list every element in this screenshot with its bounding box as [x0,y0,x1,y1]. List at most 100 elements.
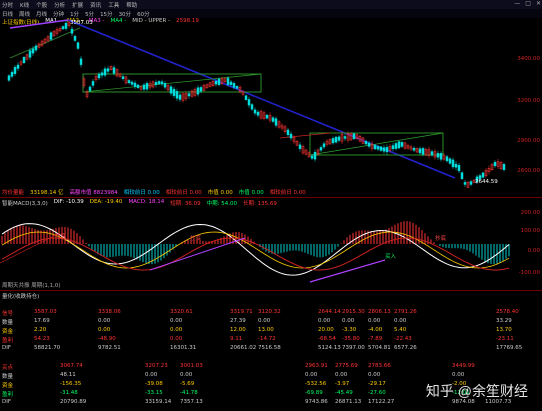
candle-body [460,172,464,180]
candle-body [250,104,254,110]
stats-row: 资金 2.20 0.00 0.00 12.00 13.00 20.00 -3.30 -4.00 5… [0,327,542,336]
stats-cell: 0.00 [170,327,183,333]
candle-body [394,143,398,149]
candle-body [439,153,443,160]
tab-period[interactable]: 日线 [2,10,13,18]
candle-body [160,81,164,85]
candle-body [34,45,38,51]
candle-body [100,72,104,76]
kline-pane[interactable]: 上证指数(日线) MA1 - MA2 - MA3 - MA4 - MID - U… [0,18,542,188]
candle-body [313,151,317,160]
stats-cell: 3319.71 [230,309,253,315]
menu-item[interactable]: 帮助 [126,1,137,9]
candle-body [226,77,230,85]
candle-body [76,42,80,49]
candle-body [445,156,449,162]
candle-body [154,82,158,85]
stats-cell: -23.11 [496,336,514,342]
stats-cell: -45.49 [335,390,353,396]
candle-body [337,136,341,141]
close-icon[interactable]: ✕ [536,0,541,7]
price-tick: 3200.00 [517,98,540,104]
tab-period[interactable]: 15分 [100,10,113,18]
candle-body [436,153,440,158]
candle-body [7,75,11,81]
stats-cell: 20.00 [318,327,334,333]
candle-body [412,147,416,151]
stats-cell: 2783.66 [368,363,391,369]
menu-item[interactable]: 资讯 [90,1,101,9]
stats-cell: -35.80 [342,336,360,342]
tab-period[interactable]: 周线 [19,10,30,18]
macd-marker: 抄底 [190,234,202,242]
tab-period[interactable]: 1分 [70,10,79,18]
stats-cell: 0.00 [318,318,331,324]
candle-body [70,28,74,34]
candle-body [322,143,326,148]
stats-cell: -31.48 [60,390,78,396]
stats-cell: -22.43 [394,336,412,342]
price-tick: 3400.00 [517,56,540,62]
stats-cell: 20661.02 [230,345,257,351]
candle-body [178,94,182,100]
candle-body [331,138,335,144]
stats-cell: -41.78 [180,390,198,396]
candle-body [400,142,404,147]
menu-item[interactable]: 分析 [54,1,65,9]
candle-body [169,86,173,94]
stats-cell: -14.72 [258,336,276,342]
macd-marker: 买入 [385,252,397,260]
tab-period[interactable]: 60分 [137,10,150,18]
stats-cell: 3449.99 [452,363,475,369]
price-axis: 3400.00 3200.00 2900.00 2600.00 [506,18,540,188]
candle-body [103,68,107,76]
tab-period[interactable]: 30分 [119,10,132,18]
candle-body [463,182,467,185]
stats-cell: -29.17 [368,381,386,387]
stats-cell: 17.69 [34,318,50,324]
menu-item[interactable]: 工具 [108,1,119,9]
candle-body [397,141,401,149]
candle-body [454,163,458,168]
stats-cell: -532.56 [305,381,327,387]
tab-period[interactable]: 月线 [36,10,47,18]
stats-cell: 2644.14 [318,309,341,315]
stats-cell: 9.11 [230,336,243,342]
menu-item[interactable]: 分时 [2,1,13,9]
stats-row-label: DIF [2,345,12,351]
candle-body [232,83,236,88]
candle-body [382,147,386,152]
stats-cell: -3.97 [335,381,350,387]
candle-body [91,81,95,86]
stats-row-label: 信号 [2,311,14,317]
stats-cell: 0.00 [368,372,381,378]
stats-cell: 3338.06 [98,309,121,315]
stats-row-label: 盈利 [2,338,14,344]
watermark-text: 知乎 @余笙财经 [425,383,528,399]
signal-line [1,237,510,271]
trend-line [0,232,61,264]
stats-cell: 0.00 [170,318,183,324]
menu-item[interactable]: 个股 [36,1,47,9]
candle-body [343,136,347,139]
window-controls: — □ ✕ [514,0,541,7]
maximize-icon[interactable]: □ [525,0,531,7]
menu-item[interactable]: K线 [20,1,29,9]
stats-cell: -33.15 [145,390,163,396]
menu-item[interactable]: 扩展 [72,1,83,9]
stats-cell: 26871.13 [335,399,362,405]
candle-body [145,83,149,90]
peak-label: 3587.03 [70,20,93,26]
candle-body [334,136,338,143]
minimize-icon[interactable]: — [514,0,520,7]
trend-line [9,19,69,29]
candle-body [130,81,134,85]
stats-row-label: 数量 [2,374,14,380]
candle-body [286,129,290,136]
candle-body [112,67,116,74]
stats-cell: 0.00 [305,372,318,378]
macd-pane[interactable]: 智能MACD(3,3,0) DIF: -10.39 DEA: -19.40 MA… [0,198,542,290]
candle-body [298,144,302,149]
tab-period[interactable]: 5分 [85,10,94,18]
tab-period[interactable]: 分钟 [53,10,64,18]
